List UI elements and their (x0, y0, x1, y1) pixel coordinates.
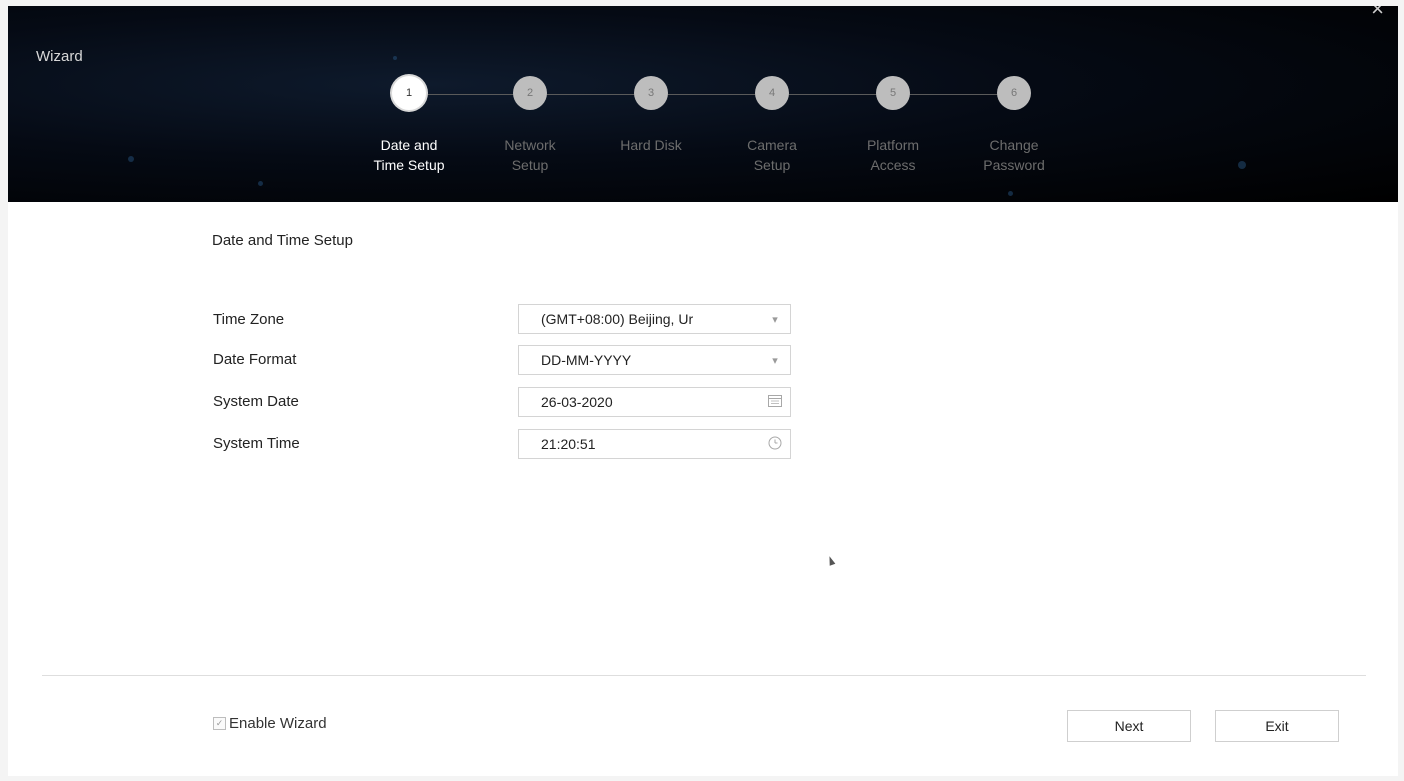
next-button[interactable]: Next (1067, 710, 1191, 742)
steps-connector (408, 94, 1011, 95)
calendar-icon[interactable] (760, 394, 790, 410)
step-2-circle[interactable]: 2 (513, 76, 547, 110)
date-format-select[interactable]: DD-MM-YYYY ▾ (518, 345, 791, 375)
system-time-field[interactable]: 21:20:51 (518, 429, 791, 459)
wizard-header: Wizard × 1 2 3 4 5 6 Date and Time Setup… (8, 6, 1398, 202)
enable-wizard-checkbox[interactable]: ✓ Enable Wizard (213, 715, 327, 732)
system-time-value: 21:20:51 (541, 436, 596, 452)
exit-button[interactable]: Exit (1215, 710, 1339, 742)
step-6-circle[interactable]: 6 (997, 76, 1031, 110)
chevron-down-icon: ▾ (772, 354, 778, 367)
step-4-label: Camera Setup (747, 137, 797, 173)
clock-icon[interactable] (760, 436, 790, 453)
step-6-label: Change Password (983, 137, 1045, 173)
step-4-circle[interactable]: 4 (755, 76, 789, 110)
chevron-down-icon: ▾ (772, 313, 778, 326)
system-date-label: System Date (213, 393, 299, 410)
time-zone-select[interactable]: (GMT+08:00) Beijing, Ur ▾ (518, 304, 791, 334)
window-title: Wizard (36, 48, 83, 65)
enable-wizard-label: Enable Wizard (229, 715, 327, 732)
time-zone-label: Time Zone (213, 311, 285, 328)
close-icon[interactable]: × (1371, 6, 1384, 20)
step-3-label: Hard Disk (620, 137, 682, 153)
system-date-value: 26-03-2020 (541, 394, 613, 410)
date-format-value: DD-MM-YYYY (541, 352, 632, 368)
step-3-circle[interactable]: 3 (634, 76, 668, 110)
step-5-label: Platform Access (866, 137, 920, 173)
step-5-circle[interactable]: 5 (876, 76, 910, 110)
step-2-label: Network Setup (504, 137, 556, 173)
system-date-field[interactable]: 26-03-2020 (518, 387, 791, 417)
footer-divider (42, 675, 1366, 676)
step-1-circle[interactable]: 1 (392, 76, 426, 110)
mouse-cursor-icon (826, 555, 836, 566)
time-zone-value: (GMT+08:00) Beijing, Ur (541, 311, 694, 327)
wizard-window: Wizard × 1 2 3 4 5 6 Date and Time Setup… (8, 6, 1398, 776)
date-format-label: Date Format (213, 351, 297, 368)
system-time-label: System Time (213, 435, 300, 452)
checkbox-checked-icon[interactable]: ✓ (213, 717, 226, 730)
step-1-label: Date and Time Setup (373, 137, 445, 173)
section-title: Date and Time Setup (212, 232, 353, 249)
